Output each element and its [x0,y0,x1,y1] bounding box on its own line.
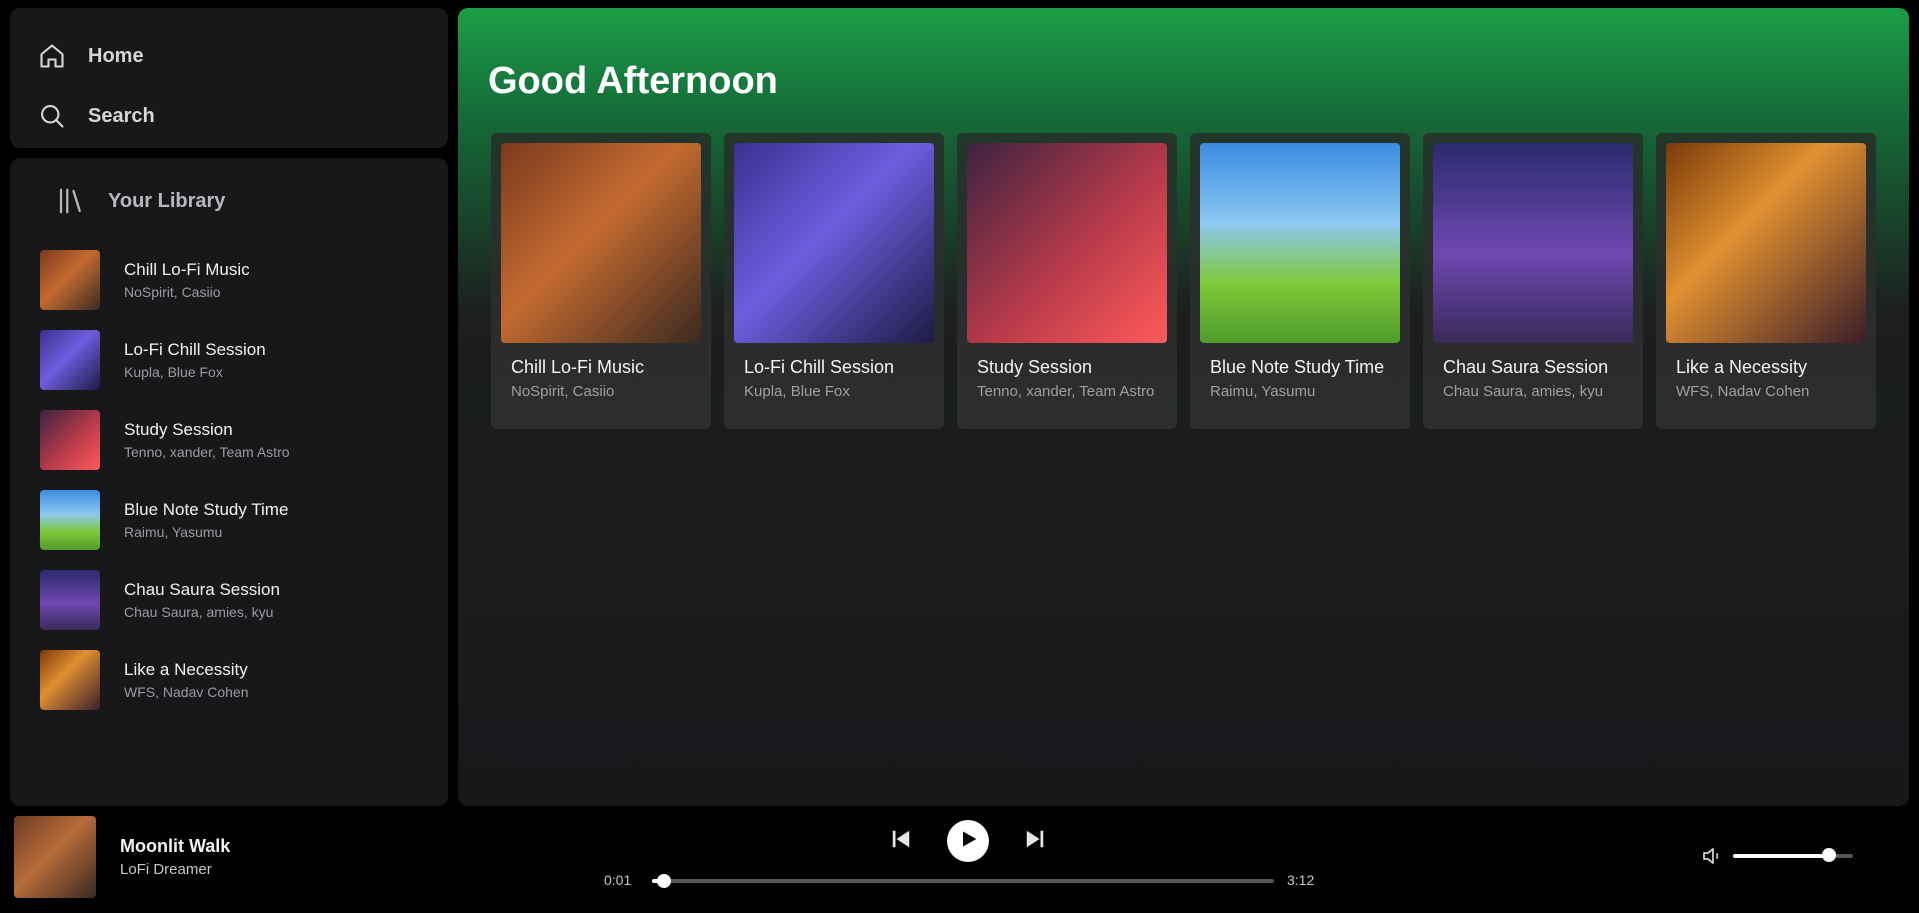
library-header-label: Your Library [108,189,226,212]
card-subtitle: WFS, Nadav Cohen [1676,383,1810,400]
playlist-cover [1666,143,1866,343]
card-title: Chau Saura Session [1443,357,1609,377]
playlist-cover [1200,143,1400,343]
playlist-cover [1433,143,1633,343]
app: Home Search Your Library Chill Lo-Fi Mus… [0,0,1919,913]
card-subtitle: Chau Saura, amies, kyu [1443,383,1604,400]
playlist-card[interactable]: Study Session Tenno, xander, Team Astro [957,133,1177,429]
progress-handle[interactable] [657,874,672,888]
playlist-card[interactable]: Blue Note Study Time Raimu, Yasumu [1190,133,1410,429]
volume-fill [1733,854,1829,858]
card-subtitle: Kupla, Blue Fox [744,383,850,400]
page-title: Good Afternoon [488,60,778,102]
card-title: Lo-Fi Chill Session [744,357,895,377]
playlist-card[interactable]: Chill Lo-Fi Music NoSpirit, Casiio [491,133,711,429]
playlist-thumbnail [40,570,100,630]
card-subtitle: Tenno, xander, Team Astro [977,383,1155,400]
library-item-subtitle: Tenno, xander, Team Astro [124,444,290,460]
playlist-cover [734,143,934,343]
library-item[interactable]: Blue Note Study Time Raimu, Yasumu [30,480,428,560]
progress-bar[interactable] [652,874,1274,888]
play-icon [958,829,978,854]
playlist-cover [967,143,1167,343]
nav-search[interactable]: Search [36,86,422,146]
next-button[interactable] [1019,825,1051,857]
previous-icon [890,828,912,855]
library-item[interactable]: Study Session Tenno, xander, Team Astro [30,400,428,480]
playlist-thumbnail [40,330,100,390]
card-subtitle: Raimu, Yasumu [1210,383,1316,400]
previous-button[interactable] [885,825,917,857]
total-time: 3:12 [1287,872,1315,888]
library-item-subtitle: Chau Saura, amies, kyu [124,604,274,620]
library-item-subtitle: Raimu, Yasumu [124,524,223,540]
playlist-card[interactable]: Chau Saura Session Chau Saura, amies, ky… [1423,133,1643,429]
library-item-subtitle: WFS, Nadav Cohen [124,684,249,700]
nav-search-label: Search [88,104,155,127]
volume-handle[interactable] [1822,848,1836,862]
library-item[interactable]: Lo-Fi Chill Session Kupla, Blue Fox [30,320,428,400]
nav-home[interactable]: Home [36,26,422,86]
library-item-subtitle: NoSpirit, Casiio [124,284,221,300]
library-item-title: Study Session [124,420,233,439]
library-icon [56,185,88,217]
card-title: Chill Lo-Fi Music [511,357,645,377]
library-item-title: Chau Saura Session [124,580,280,599]
library-item-title: Lo-Fi Chill Session [124,340,266,359]
volume-slider[interactable] [1733,848,1853,862]
library-item-title: Chill Lo-Fi Music [124,260,250,279]
library-item[interactable]: Chill Lo-Fi Music NoSpirit, Casiio [30,240,428,320]
library-panel: Your Library Chill Lo-Fi Music NoSpirit,… [10,158,448,806]
library-item-subtitle: Kupla, Blue Fox [124,364,223,380]
sidebar-nav: Home Search [10,8,448,148]
card-title: Study Session [977,357,1093,377]
card-subtitle: NoSpirit, Casiio [511,383,615,400]
library-header[interactable]: Your Library [56,180,428,222]
nav-home-label: Home [88,44,144,67]
next-icon [1024,828,1046,855]
current-time: 0:01 [604,872,632,888]
playlist-cards: Chill Lo-Fi Music NoSpirit, Casiio Lo-Fi… [491,133,1879,429]
library-item-title: Like a Necessity [124,660,248,679]
library-item[interactable]: Chau Saura Session Chau Saura, amies, ky… [30,560,428,640]
now-playing-artist[interactable]: LoFi Dreamer [120,861,212,878]
now-playing-cover[interactable] [14,816,96,898]
player-bar: Moonlit Walk LoFi Dreamer 0:01 3:12 [0,806,1919,913]
play-button[interactable] [947,820,989,862]
card-title: Blue Note Study Time [1210,357,1385,377]
library-item-title: Blue Note Study Time [124,500,289,519]
playlist-thumbnail [40,650,100,710]
card-title: Like a Necessity [1676,357,1808,377]
home-icon [36,40,68,72]
search-icon [36,100,68,132]
playlist-thumbnail [40,410,100,470]
playlist-card[interactable]: Like a Necessity WFS, Nadav Cohen [1656,133,1876,429]
now-playing-title[interactable]: Moonlit Walk [120,836,230,857]
volume-icon[interactable] [1700,844,1724,868]
playback-controls [885,820,1051,862]
main-content: Good Afternoon Chill Lo-Fi Music NoSpiri… [458,8,1909,806]
playlist-thumbnail [40,250,100,310]
playlist-card[interactable]: Lo-Fi Chill Session Kupla, Blue Fox [724,133,944,429]
library-item[interactable]: Like a Necessity WFS, Nadav Cohen [30,640,428,720]
playlist-thumbnail [40,490,100,550]
playlist-cover [501,143,701,343]
